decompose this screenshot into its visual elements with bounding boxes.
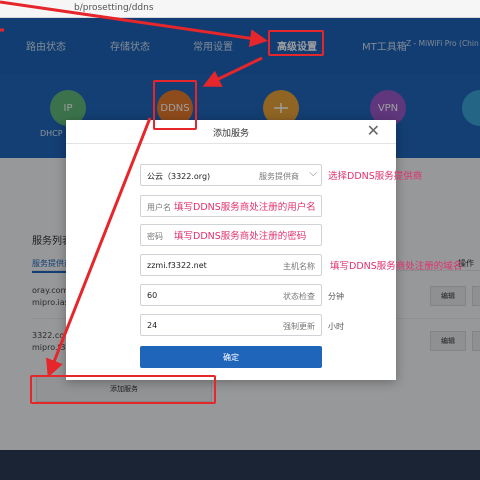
annotation-arrows (0, 0, 268, 378)
arrow-to-ddns (202, 56, 263, 87)
arrow-to-add-service (46, 117, 152, 378)
arrow-to-advanced-settings (0, 0, 268, 48)
